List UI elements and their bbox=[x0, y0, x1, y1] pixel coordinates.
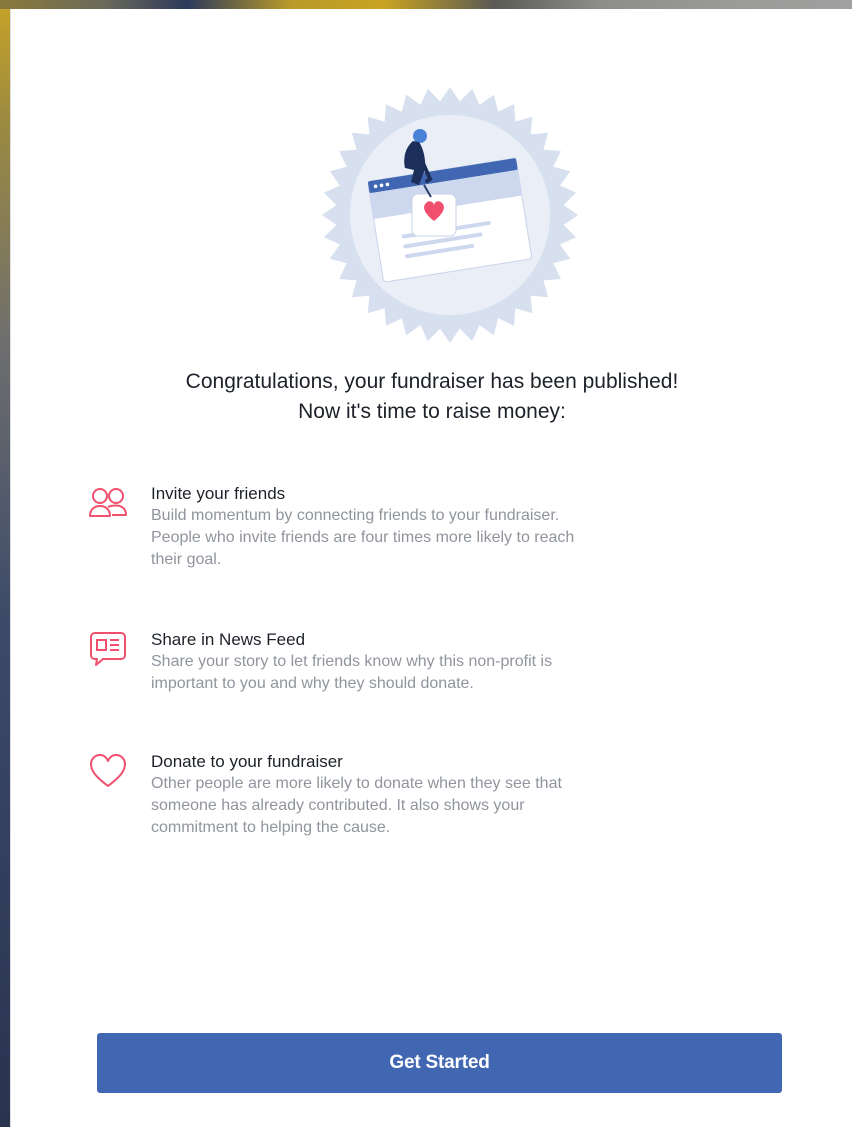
background-page-edge bbox=[0, 9, 10, 1127]
heading-line-1: Congratulations, your fundraiser has bee… bbox=[185, 370, 679, 393]
dialog-heading: Congratulations, your fundraiser has bee… bbox=[11, 367, 852, 427]
tip-title: Invite your friends bbox=[151, 484, 286, 503]
tip-description: Other people are more likely to donate w… bbox=[151, 775, 562, 836]
tip-title: Donate to your fundraiser bbox=[151, 752, 343, 771]
news-feed-icon bbox=[90, 632, 126, 666]
tip-description: Build momentum by connecting friends to … bbox=[151, 507, 575, 568]
fundraiser-published-dialog: Congratulations, your fundraiser has bee… bbox=[10, 9, 852, 1127]
fundraiser-published-badge-illustration bbox=[322, 87, 578, 343]
heart-icon bbox=[90, 754, 126, 787]
tip-description: Share your story to let friends know why… bbox=[151, 653, 553, 692]
get-started-button[interactable]: Get Started bbox=[97, 1033, 782, 1093]
tip-title: Share in News Feed bbox=[151, 630, 306, 649]
friends-icon bbox=[89, 488, 127, 517]
background-page-strip bbox=[0, 0, 852, 9]
heading-line-2: Now it's time to raise money: bbox=[298, 400, 566, 423]
